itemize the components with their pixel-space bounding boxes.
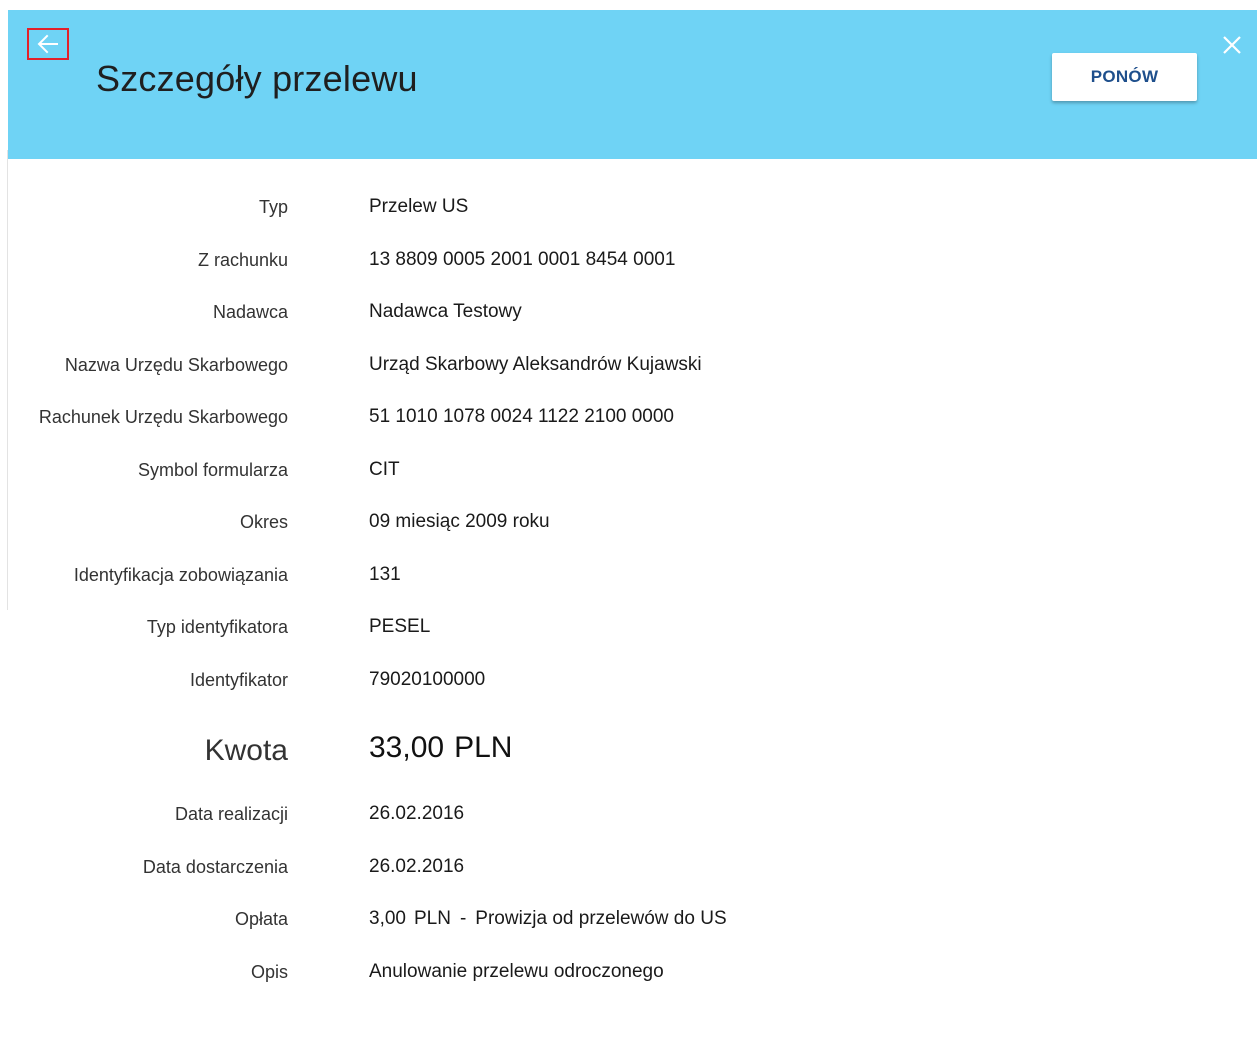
detail-label: Data realizacji [174, 804, 288, 824]
detail-label: Z rachunku [197, 249, 288, 270]
detail-row-delivery-date: Data dostarczenia 26.02.2016 [0, 843, 1257, 896]
detail-row-identifier-type: Typ identyfikatora PESEL [0, 603, 1257, 656]
amount-currency: PLN [454, 731, 513, 764]
detail-label: Data dostarczenia [142, 856, 288, 877]
detail-label: Nadawca [212, 302, 288, 322]
detail-value: 13 8809 0005 2001 0001 8454 0001 [369, 248, 676, 270]
close-icon [1222, 35, 1242, 60]
detail-value: Urząd Skarbowy Aleksandrów Kujawski [369, 353, 702, 375]
back-button[interactable] [27, 28, 69, 60]
detail-row-type: Typ Przelew US [0, 183, 1257, 236]
detail-value: 09 miesiąc 2009 roku [369, 511, 550, 532]
amount-number: 33,00 [369, 731, 445, 764]
detail-row-tax-office-account: Rachunek Urzędu Skarbowego 51 1010 1078 … [0, 393, 1257, 446]
detail-value: 79020100000 [369, 668, 486, 690]
detail-row-period: Okres 09 miesiąc 2009 roku [0, 498, 1257, 551]
amount-label: Kwota [204, 734, 288, 767]
detail-value: PESEL [369, 616, 431, 637]
detail-value: 131 [369, 563, 401, 585]
page-title: Szczegóły przelewu [96, 58, 418, 99]
transfer-details-list: Typ Przelew US Z rachunku 13 8809 0005 2… [0, 183, 1257, 1000]
detail-row-sender: Nadawca Nadawca Testowy [0, 288, 1257, 341]
amount-value: 33,00 PLN [369, 731, 512, 765]
detail-label: Typ [258, 197, 288, 217]
arrow-left-icon [37, 34, 59, 54]
detail-row-fee: Opłata 3,00 PLN - Prowizja od przelewów do … [0, 895, 1257, 948]
detail-label: Rachunek Urzędu Skarbowego [38, 407, 288, 427]
detail-label: Opis [250, 961, 288, 982]
detail-label: Okres [239, 512, 288, 532]
detail-label: Identyfikator [189, 669, 288, 690]
header-bar: Szczegóły przelewu PONÓW [8, 10, 1257, 159]
detail-label: Typ identyfikatora [146, 617, 288, 637]
detail-row-obligation-id: Identyfikacja zobowiązania 131 [0, 551, 1257, 604]
detail-row-form-symbol: Symbol formularza CIT [0, 446, 1257, 499]
detail-label: Nazwa Urzędu Skarbowego [64, 354, 288, 375]
detail-label: Opłata [234, 909, 288, 929]
detail-label: Identyfikacja zobowiązania [73, 564, 288, 585]
detail-value: Nadawca Testowy [369, 301, 522, 322]
fee-value: 3,00 PLN - Prowizja od przelewów do US [369, 908, 727, 930]
fee-description: Prowizja od przelewów do US [475, 908, 727, 929]
detail-value: 51 1010 1078 0024 1122 2100 0000 [369, 406, 675, 427]
detail-row-amount: Kwota 33,00 PLN [0, 708, 1257, 790]
detail-row-from-account: Z rachunku 13 8809 0005 2001 0001 8454 0… [0, 236, 1257, 289]
detail-row-identifier: Identyfikator 79020100000 [0, 656, 1257, 709]
transfer-details-page: Szczegóły przelewu PONÓW Typ Przelew US … [0, 0, 1257, 1041]
detail-value: 26.02.2016 [369, 803, 465, 824]
detail-value: Anulowanie przelewu odroczonego [369, 960, 664, 982]
fee-currency: PLN [413, 908, 451, 929]
detail-value: 26.02.2016 [369, 855, 465, 877]
detail-row-tax-office-name: Nazwa Urzędu Skarbowego Urząd Skarbowy A… [0, 341, 1257, 394]
detail-label: Symbol formularza [137, 459, 288, 480]
detail-row-description: Opis Anulowanie przelewu odroczonego [0, 948, 1257, 1001]
detail-value: CIT [369, 458, 400, 480]
retry-button[interactable]: PONÓW [1052, 53, 1197, 101]
detail-value: Przelew US [369, 196, 469, 217]
detail-row-execution-date: Data realizacji 26.02.2016 [0, 790, 1257, 843]
fee-separator: - [459, 908, 467, 929]
close-button[interactable] [1217, 32, 1247, 62]
fee-amount: 3,00 [369, 908, 406, 929]
